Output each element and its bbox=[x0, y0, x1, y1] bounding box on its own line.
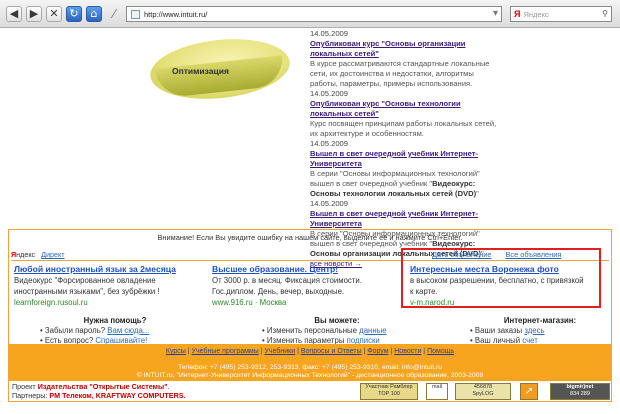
footer-contacts: Телефон: +7 (495) 253-9312, 253-9313, фа… bbox=[177, 364, 443, 371]
forward-arrow-icon[interactable]: ▶ bbox=[26, 5, 42, 22]
footer-nav: Курсы | Учебные программы | Учебники | В… bbox=[165, 348, 455, 355]
ad-title-link[interactable]: Любой иностранный язык за 2месяца bbox=[14, 264, 194, 275]
footer-link-courses[interactable]: Курсы bbox=[166, 348, 186, 355]
news-item: 14.05.2009 Вышел в свет очередной учебни… bbox=[310, 139, 500, 199]
shop-section: Интернет-магазин: • Ваши заказы здесь • … bbox=[470, 316, 610, 346]
tab-direct[interactable]: Директ bbox=[41, 250, 64, 259]
project-line: Проект Издательства "Открытые Системы". bbox=[12, 382, 170, 391]
spylog-counter-badge[interactable]: 456878 SpyLOG bbox=[455, 383, 511, 400]
options-title: Вы можете: bbox=[314, 316, 360, 325]
footer-link-news[interactable]: Новости bbox=[394, 348, 421, 355]
home-icon[interactable]: ⌂ bbox=[86, 5, 102, 22]
shop-item: • Ваши заказы здесь bbox=[470, 326, 545, 335]
orders-link[interactable]: здесь bbox=[524, 326, 544, 335]
search-icon[interactable]: ⚲ bbox=[602, 9, 608, 18]
search-placeholder: Яндекс bbox=[523, 9, 549, 19]
rambler-top100-badge[interactable]: Участник Рамблер TOP 100 bbox=[360, 383, 418, 400]
ad-url[interactable]: www.916.ru · Москва bbox=[212, 297, 392, 308]
dropdown-icon[interactable]: ▾ bbox=[493, 8, 498, 19]
hero-label: Оптимизация bbox=[172, 66, 229, 76]
arrow-badge-icon[interactable]: ↗ bbox=[520, 383, 538, 400]
footer-link-programs[interactable]: Учебные программы bbox=[192, 348, 259, 355]
news-desc: В курсе рассматриваются стандартные лока… bbox=[310, 59, 490, 88]
mail-counter-badge[interactable]: mail bbox=[426, 383, 448, 400]
footer-link-qa[interactable]: Вопросы и Ответы bbox=[301, 348, 362, 355]
options-item: • Изменить персональные данные bbox=[262, 326, 387, 335]
ad-block: Любой иностранный язык за 2месяца Видеок… bbox=[14, 264, 194, 308]
search-box[interactable]: Я Яндекс ⚲ bbox=[510, 6, 612, 22]
bigmir-counter-badge[interactable]: bigmir)net 834 289 bbox=[550, 383, 610, 400]
ad-block: Высшее образование. Центр! От 3000 р. в … bbox=[212, 264, 392, 308]
partners-link[interactable]: РМ Телеком, KRAFTWAY COMPUTERS. bbox=[49, 391, 185, 400]
footer-info: Телефон: +7 (495) 253-9312, 253-9313, фа… bbox=[9, 364, 611, 380]
address-bar[interactable]: http://www.intuit.ru/ ▾ bbox=[126, 6, 502, 22]
project-info: Проект Издательства "Открытые Системы". … bbox=[12, 382, 186, 400]
tools-icon[interactable]: ⁄ bbox=[106, 6, 122, 22]
ad-desc: Видеокурс "Форсированное овладение иност… bbox=[14, 276, 160, 296]
ad-tabs: Яндекс Директ bbox=[11, 250, 65, 259]
news-date: 14.05.2009 bbox=[310, 139, 349, 148]
help-section: Нужна помощь? • Забыли пароль? Вам сюда.… bbox=[40, 316, 190, 346]
news-date: 14.05.2009 bbox=[310, 29, 349, 38]
shop-title: Интернет-магазин: bbox=[503, 316, 577, 325]
error-notice: Внимание! Если Вы увидите ошибку на наше… bbox=[157, 233, 463, 242]
news-desc: Курс посвящен принципам работы локальных… bbox=[310, 119, 497, 138]
password-link[interactable]: Вам сюда... bbox=[107, 326, 149, 335]
news-date: 14.05.2009 bbox=[310, 89, 349, 98]
stop-icon[interactable]: ✕ bbox=[46, 5, 62, 22]
ad-desc: От 3000 р. в месяц. Фиксация стоимости. … bbox=[212, 276, 362, 296]
refresh-icon[interactable]: ↻ bbox=[66, 5, 82, 22]
page-icon bbox=[131, 9, 140, 19]
news-title-link[interactable]: Вышел в свет очередной учебник Интернет-… bbox=[310, 209, 500, 229]
publisher-link[interactable]: Издательства "Открытые Системы" bbox=[38, 382, 168, 391]
partners-line: Партнеры: РМ Телеком, KRAFTWAY COMPUTERS… bbox=[12, 391, 186, 400]
footer-link-help[interactable]: Помощь bbox=[427, 348, 454, 355]
news-title-link[interactable]: Вышел в свет очередной учебник Интернет-… bbox=[310, 149, 500, 169]
options-section: Вы можете: • Изменить персональные данны… bbox=[262, 316, 412, 346]
news-title-link[interactable]: Опубликован курс "Основы технологии лока… bbox=[310, 99, 500, 119]
yandex-logo: Я bbox=[514, 9, 521, 19]
highlight-box bbox=[401, 248, 601, 308]
footer-link-textbooks[interactable]: Учебники bbox=[264, 348, 295, 355]
back-arrow-icon[interactable]: ◀ bbox=[6, 5, 22, 22]
url-text: http://www.intuit.ru/ bbox=[144, 9, 208, 19]
footer-link-forum[interactable]: Форум bbox=[367, 348, 388, 355]
ad-title-link[interactable]: Высшее образование. Центр! bbox=[212, 264, 392, 275]
news-item: 14.05.2009 Опубликован курс "Основы орга… bbox=[310, 29, 500, 89]
news-date: 14.05.2009 bbox=[310, 199, 349, 208]
ad-url[interactable]: learnforeign.rusoul.ru bbox=[14, 297, 194, 308]
news-item: 14.05.2009 Опубликован курс "Основы техн… bbox=[310, 89, 500, 139]
news-desc: В серии "Основы информационных технологи… bbox=[310, 169, 480, 198]
help-title: Нужна помощь? bbox=[83, 316, 147, 325]
tab-yandex[interactable]: Яндекс bbox=[11, 250, 35, 259]
help-item: • Забыли пароль? Вам сюда... bbox=[40, 326, 150, 335]
news-title-link[interactable]: Опубликован курс "Основы организации лок… bbox=[310, 39, 500, 59]
footer-copyright: © INTUIT.ru, "Интернет-Университет Инфор… bbox=[136, 372, 484, 379]
personal-data-link[interactable]: данные bbox=[359, 326, 386, 335]
